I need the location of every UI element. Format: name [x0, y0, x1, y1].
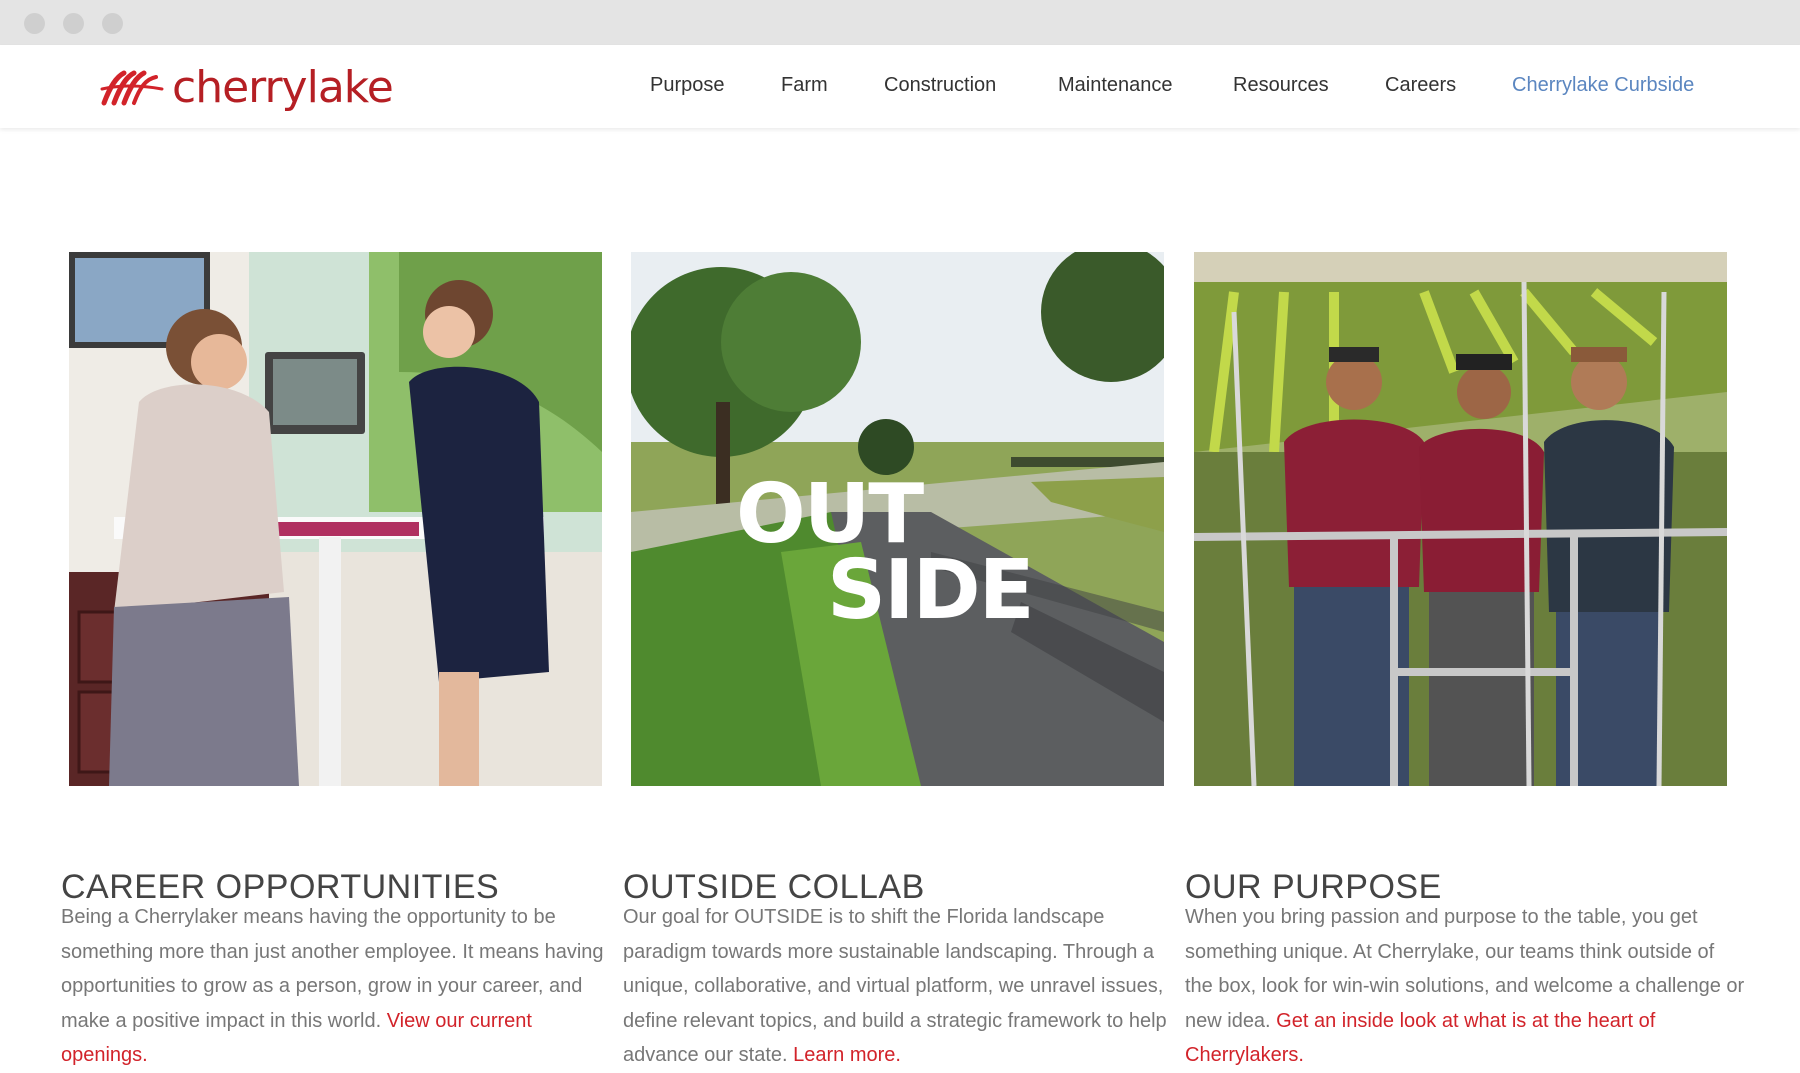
nav-item-purpose[interactable]: Purpose	[650, 74, 725, 97]
outside-collab-image[interactable]: OUT SIDE	[631, 252, 1164, 786]
cherrylake-swoosh-logo-icon	[100, 70, 164, 106]
nav-item-farm[interactable]: Farm	[781, 74, 828, 97]
nav-item-maintenance[interactable]: Maintenance	[1058, 74, 1173, 97]
window-close-button[interactable]	[24, 13, 45, 34]
nav-item-resources[interactable]: Resources	[1233, 74, 1329, 97]
window-minimize-button[interactable]	[63, 13, 84, 34]
office-photo	[69, 252, 602, 786]
our-purpose-text: When you bring passion and purpose to th…	[1185, 900, 1745, 1073]
outside-collab-text: Our goal for OUTSIDE is to shift the Flo…	[623, 900, 1168, 1073]
career-opportunities-image[interactable]	[69, 252, 602, 786]
outside-road-photo: OUT SIDE	[631, 252, 1164, 786]
farm-workers-photo	[1194, 252, 1727, 786]
nav-item-careers[interactable]: Careers	[1385, 74, 1456, 97]
our-purpose-image[interactable]	[1194, 252, 1727, 786]
outside-wordmark-side: SIDE	[827, 543, 1033, 638]
nav-item-cherrylake-curbside[interactable]: Cherrylake Curbside	[1512, 74, 1694, 97]
career-opportunities-text: Being a Cherrylaker means having the opp…	[61, 900, 606, 1073]
brand-logo[interactable]: cherrylake	[100, 61, 394, 113]
learn-more-link[interactable]: Learn more.	[793, 1044, 901, 1066]
browser-titlebar	[0, 0, 1800, 45]
site-header: cherrylake Purpose Farm Construction Mai…	[0, 45, 1800, 128]
window-maximize-button[interactable]	[102, 13, 123, 34]
outside-collab-body: Our goal for OUTSIDE is to shift the Flo…	[623, 906, 1167, 1066]
brand-wordmark: cherrylake	[172, 61, 394, 113]
nav-item-construction[interactable]: Construction	[884, 74, 996, 97]
